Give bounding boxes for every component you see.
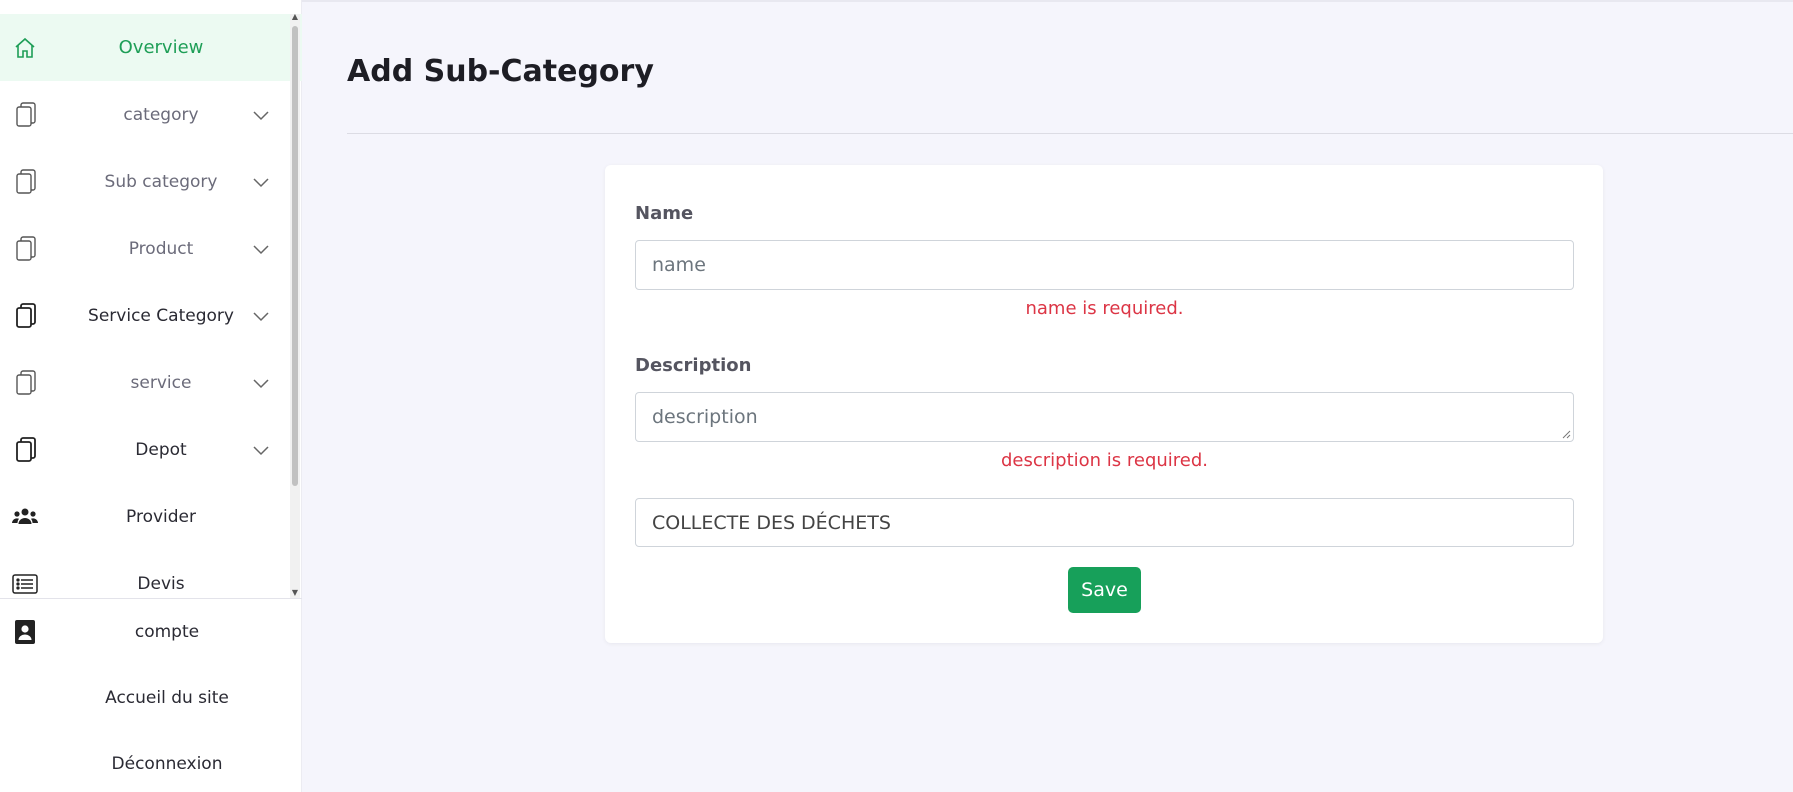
name-label: Name <box>635 203 694 224</box>
save-button[interactable]: Save <box>1068 567 1141 613</box>
chevron-down-icon[interactable] <box>252 377 270 389</box>
description-field[interactable]: description <box>635 392 1574 442</box>
category-select[interactable]: COLLECTE DES DÉCHETS <box>635 498 1574 547</box>
description-error: description is required. <box>1000 450 1209 471</box>
sidebar-scrollbar[interactable]: ▲ ▼ <box>290 12 300 598</box>
sidebar-item-devis[interactable]: Devis <box>0 550 302 598</box>
page-title: Add Sub-Category <box>347 54 654 89</box>
sidebar-item-label: Accueil du site <box>105 688 229 708</box>
sidebar-item-product[interactable]: Product <box>0 215 302 282</box>
description-placeholder: description <box>652 406 758 428</box>
category-select-value: COLLECTE DES DÉCHETS <box>652 511 891 534</box>
sidebar-item-label: compte <box>134 622 200 642</box>
sidebar-bottom: compte Accueil du site Déconnexion <box>0 598 302 792</box>
scroll-thumb[interactable] <box>292 26 298 486</box>
sidebar-item-service[interactable]: service <box>0 349 302 416</box>
sidebar-item-deconnexion[interactable]: Déconnexion <box>0 731 302 792</box>
resize-grip-icon[interactable] <box>1562 430 1571 439</box>
scroll-up-arrow-icon[interactable]: ▲ <box>290 12 300 22</box>
chevron-down-icon[interactable] <box>252 310 270 322</box>
sidebar-item-label: Devis <box>137 573 185 594</box>
top-border <box>302 0 1793 2</box>
chevron-down-icon[interactable] <box>252 444 270 456</box>
sub-category-form: Name name name is required. Description … <box>605 165 1603 643</box>
sidebar-item-label: Provider <box>126 506 196 527</box>
sidebar-item-accueil[interactable]: Accueil du site <box>0 665 302 731</box>
description-label: Description <box>635 355 752 376</box>
name-field[interactable]: name <box>635 240 1574 290</box>
sidebar-item-label: Overview <box>118 37 204 58</box>
chevron-down-icon[interactable] <box>252 176 270 188</box>
sidebar-nav: Overview category Sub category Product S… <box>0 14 302 598</box>
sidebar-item-category[interactable]: category <box>0 81 302 148</box>
sidebar-item-service-category[interactable]: Service Category <box>0 282 302 349</box>
sidebar-item-overview[interactable]: Overview <box>0 14 302 81</box>
sidebar-item-depot[interactable]: Depot <box>0 416 302 483</box>
chevron-down-icon[interactable] <box>252 109 270 121</box>
sidebar-item-label: Déconnexion <box>111 754 223 774</box>
name-placeholder: name <box>652 254 706 276</box>
divider <box>347 133 1793 134</box>
sidebar-item-provider[interactable]: Provider <box>0 483 302 550</box>
name-error: name is required. <box>1025 298 1184 319</box>
scroll-down-arrow-icon[interactable]: ▼ <box>290 588 300 598</box>
sidebar-item-compte[interactable]: compte <box>0 599 302 665</box>
chevron-down-icon[interactable] <box>252 243 270 255</box>
sidebar: Overview category Sub category Product S… <box>0 0 302 792</box>
sidebar-item-sub-category[interactable]: Sub category <box>0 148 302 215</box>
